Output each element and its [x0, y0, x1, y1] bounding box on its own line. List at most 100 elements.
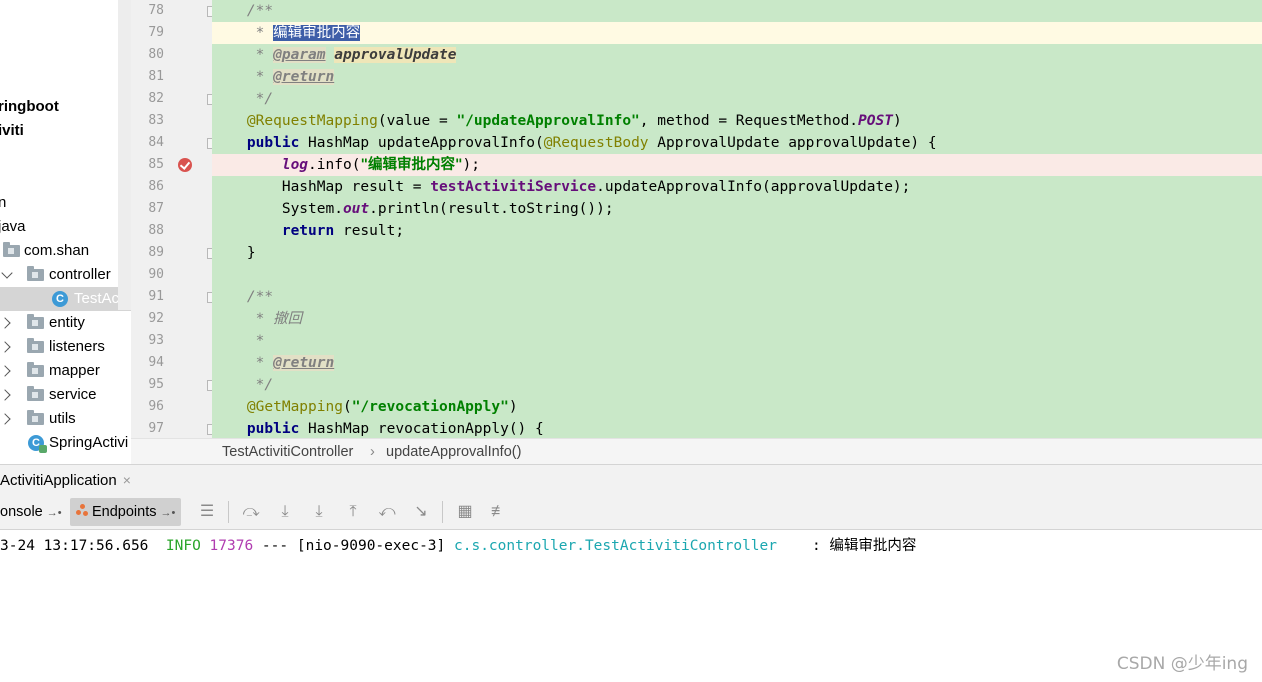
log-pid: 17376: [209, 538, 254, 554]
line-number: 81: [148, 69, 164, 84]
code-line[interactable]: 82 */: [131, 88, 1262, 110]
annotation-token: @RequestMapping: [246, 113, 378, 129]
tree-item-service[interactable]: service: [0, 383, 131, 407]
code-line[interactable]: 83 @RequestMapping(value = "/updateAppro…: [131, 110, 1262, 132]
chevron-right-icon[interactable]: [0, 413, 11, 425]
code-line[interactable]: 87 System.out.println(result.toString())…: [131, 198, 1262, 220]
tree-item-project[interactable]: ringboot: [0, 95, 131, 119]
code-line[interactable]: 88 return result;: [131, 220, 1262, 242]
code-line[interactable]: 92 * 撤回: [131, 308, 1262, 330]
code-line[interactable]: 90: [131, 264, 1262, 286]
close-icon[interactable]: ×: [123, 472, 131, 488]
log-message: 编辑审批内容: [829, 538, 917, 554]
chevron-right-icon[interactable]: [0, 365, 11, 377]
code-token: .println(result.toString());: [369, 201, 614, 217]
drop-frame-icon[interactable]: ⤺: [378, 503, 396, 521]
tree-item-utils[interactable]: utils: [0, 407, 131, 431]
tree-item-controller[interactable]: controller: [0, 263, 131, 287]
line-number: 87: [148, 201, 164, 216]
code-line[interactable]: 94 * @return: [131, 352, 1262, 374]
code-line[interactable]: 91 /**: [131, 286, 1262, 308]
breadcrumb-method[interactable]: updateApprovalInfo(): [386, 439, 521, 465]
line-number: 96: [148, 399, 164, 414]
code-token: System.: [281, 201, 343, 217]
code-token: ): [508, 399, 518, 415]
tree-item-com-shan[interactable]: com.shan: [0, 239, 131, 263]
code-line[interactable]: 97 public HashMap revocationApply() {: [131, 418, 1262, 438]
line-number: 94: [148, 355, 164, 370]
code-line[interactable]: 93 *: [131, 330, 1262, 352]
chevron-down-icon[interactable]: [1, 267, 13, 279]
code-line[interactable]: 80 * @param approvalUpdate: [131, 44, 1262, 66]
javadoc-tag: @param: [273, 47, 326, 63]
package-folder-icon: [27, 410, 44, 425]
tree-item-label: com.shan: [24, 242, 90, 259]
line-number: 84: [148, 135, 164, 150]
code-line-current[interactable]: 79 * 编辑审批内容: [131, 22, 1262, 44]
keyword-token: public: [246, 135, 300, 151]
tree-item-main[interactable]: n: [0, 191, 131, 215]
chevron-right-icon[interactable]: [0, 389, 11, 401]
string-token: "/revocationApply": [351, 399, 509, 415]
breadcrumb-class[interactable]: TestActivitiController: [222, 439, 353, 465]
code-token: (value =: [377, 113, 457, 129]
tree-item-java[interactable]: java: [0, 215, 131, 239]
keyword-token: public: [246, 421, 300, 437]
breakpoint-icon[interactable]: [178, 158, 192, 172]
code-line[interactable]: 78 /**: [131, 0, 1262, 22]
code-token: HashMap result =: [281, 179, 431, 195]
line-number: 82: [148, 91, 164, 106]
evaluate-expression-icon[interactable]: ▦: [456, 503, 474, 521]
force-step-into-icon[interactable]: ⤓: [310, 503, 328, 521]
code-text: */: [212, 88, 1262, 110]
code-line[interactable]: 96 @GetMapping("/revocationApply"): [131, 396, 1262, 418]
code-text: return result;: [212, 220, 1262, 242]
code-token: updateApprovalInfo(: [377, 135, 544, 151]
trace-stream-icon[interactable]: ≢: [490, 503, 508, 521]
tree-item-project-sub[interactable]: iviti: [0, 119, 131, 143]
chevron-right-icon[interactable]: [0, 341, 11, 353]
step-over-icon[interactable]: ⤼: [242, 503, 260, 521]
line-number: 91: [148, 289, 164, 304]
code-line-breakpoint[interactable]: 85 log.info("编辑审批内容");: [131, 154, 1262, 176]
tree-scrollbar[interactable]: [118, 0, 131, 310]
string-token: "/updateApprovalInfo": [456, 113, 640, 129]
tree-item-listeners[interactable]: listeners: [0, 335, 131, 359]
code-line[interactable]: 86 HashMap result = testActivitiService.…: [131, 176, 1262, 198]
tree-item-mapper[interactable]: mapper: [0, 359, 131, 383]
run-config-tab[interactable]: ActivitiApplication ×: [0, 465, 141, 496]
code-line[interactable]: 95 */: [131, 374, 1262, 396]
comment-token: /**: [246, 3, 274, 19]
tree-item-application[interactable]: C SpringActivi: [0, 431, 131, 455]
code-token: , method = RequestMethod.: [639, 113, 859, 129]
code-text: @GetMapping("/revocationApply"): [212, 396, 1262, 418]
code-editor[interactable]: 78 /** 79 * 编辑审批内容 80 * @param approvalU…: [131, 0, 1262, 438]
console-output[interactable]: 3-24 13:17:56.656 INFO 17376 --- [nio-90…: [0, 530, 1262, 682]
code-text: /**: [212, 286, 1262, 308]
step-out-icon[interactable]: ⤒: [344, 503, 362, 521]
package-folder-icon: [3, 242, 20, 257]
toolbar-divider: [442, 501, 443, 523]
code-line[interactable]: 89 }: [131, 242, 1262, 264]
tab-endpoints[interactable]: Endpoints →•: [70, 498, 182, 526]
line-number: 88: [148, 223, 164, 238]
constant-token: POST: [858, 113, 893, 129]
comment-token: *: [255, 333, 265, 349]
code-line[interactable]: 84 public HashMap updateApprovalInfo(@Re…: [131, 132, 1262, 154]
tree-item-test-controller[interactable]: C TestActivi: [0, 287, 131, 311]
javadoc-tag: @return: [273, 355, 335, 371]
line-number: 85: [148, 157, 164, 172]
chevron-right-icon[interactable]: [0, 317, 11, 329]
string-token: "编辑审批内容": [360, 157, 463, 173]
comment-token: *: [255, 69, 265, 85]
menu-icon[interactable]: ☰: [198, 503, 216, 521]
code-text: * @return: [212, 66, 1262, 88]
tree-item-entity[interactable]: entity: [0, 311, 131, 335]
selected-text: 编辑审批内容: [273, 25, 361, 41]
code-line[interactable]: 81 * @return: [131, 66, 1262, 88]
step-into-icon[interactable]: ⤓: [276, 503, 294, 521]
run-to-cursor-icon[interactable]: ↘: [412, 503, 430, 521]
tab-console[interactable]: onsole →•: [0, 498, 62, 526]
code-token: ): [892, 113, 902, 129]
code-text: */: [212, 374, 1262, 396]
